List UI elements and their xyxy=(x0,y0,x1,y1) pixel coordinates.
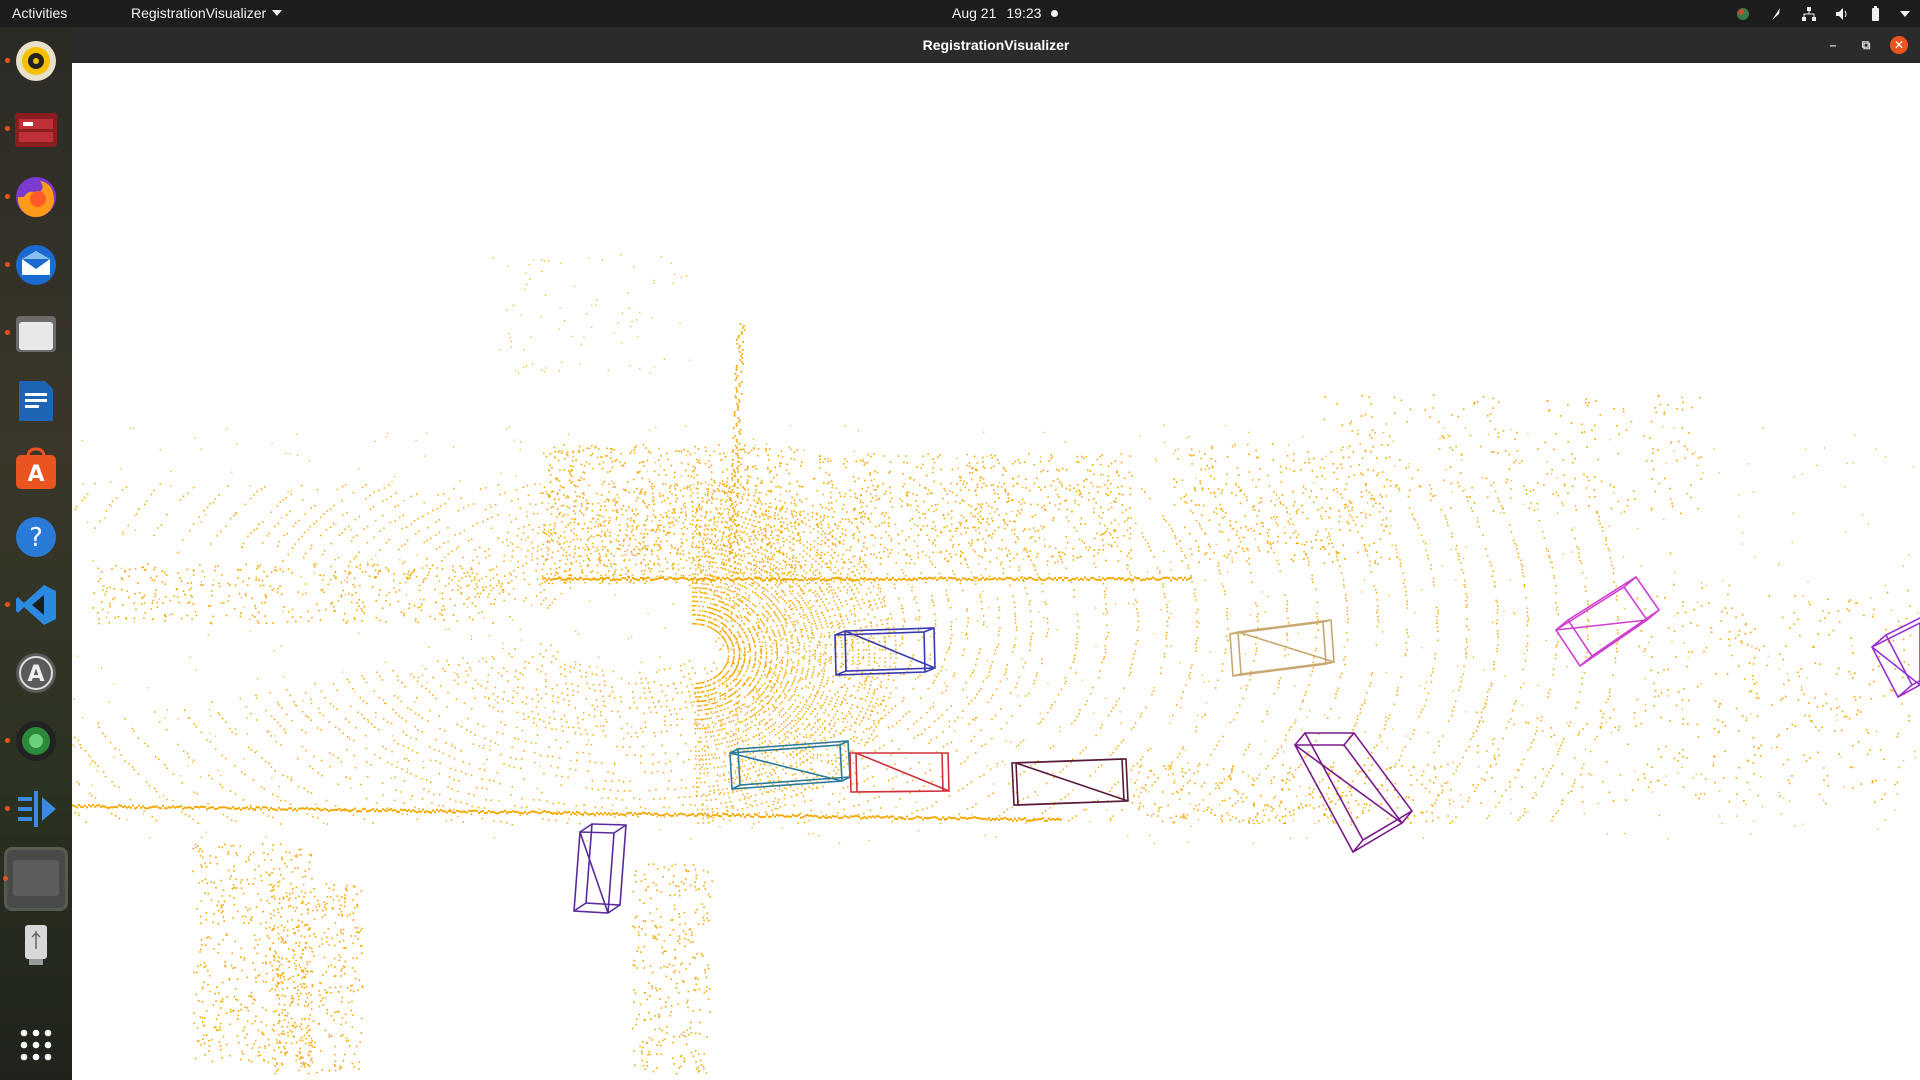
bbox-violet xyxy=(573,823,627,914)
clock-date: Aug 21 xyxy=(952,5,997,21)
minimize-icon[interactable]: – xyxy=(1824,36,1842,54)
dock-item-terminal-app[interactable] xyxy=(5,104,61,154)
running-indicator xyxy=(5,194,10,199)
activities-button[interactable]: Activities xyxy=(12,5,67,21)
notification-dot-icon xyxy=(1051,9,1059,17)
close-icon[interactable]: ✕ xyxy=(1890,36,1908,54)
dock-item-software[interactable]: A xyxy=(11,444,61,494)
bbox-red xyxy=(849,752,950,793)
running-indicator xyxy=(5,602,10,607)
dock-item-deploy[interactable] xyxy=(5,784,61,834)
running-indicator xyxy=(5,262,10,267)
restore-icon[interactable]: ⧉ xyxy=(1857,36,1875,54)
bbox-blue xyxy=(834,627,936,676)
lidar-points xyxy=(72,254,1919,1075)
dock-item-thunderbird[interactable] xyxy=(5,240,61,290)
window-titlebar[interactable]: RegistrationVisualizer – ⧉ ✕ xyxy=(72,27,1920,63)
system-menu-chevron-icon[interactable] xyxy=(1900,11,1910,17)
svg-text:A: A xyxy=(27,662,44,687)
rhythmbox-icon xyxy=(16,41,56,81)
bbox-maroon xyxy=(1011,758,1129,806)
deploy-app-icon xyxy=(18,791,56,827)
app-menu[interactable]: RegistrationVisualizer xyxy=(131,5,283,21)
terminal-app-icon xyxy=(15,113,57,147)
window-title: RegistrationVisualizer xyxy=(922,37,1070,53)
software-updater-icon: A xyxy=(16,653,56,693)
show-applications-icon xyxy=(20,1029,52,1061)
clock-time: 19:23 xyxy=(1006,5,1042,21)
chevron-down-icon xyxy=(272,10,283,16)
point-cloud-points xyxy=(72,254,1919,1075)
firefox-icon xyxy=(16,177,56,218)
bounding-boxes xyxy=(573,575,1920,914)
app-menu-label: RegistrationVisualizer xyxy=(131,5,267,21)
battery-icon[interactable] xyxy=(1867,6,1883,22)
running-indicator xyxy=(5,806,10,811)
dock-item-help[interactable]: ? xyxy=(11,512,61,562)
dock: A ? A xyxy=(0,27,72,1080)
thunderbird-icon xyxy=(16,245,56,285)
point-cloud-scene[interactable] xyxy=(72,63,1920,1080)
dock-item-usb[interactable] xyxy=(11,920,61,970)
dock-item-vscode[interactable] xyxy=(5,580,61,630)
running-indicator xyxy=(3,876,8,881)
camera-app-icon xyxy=(16,721,56,761)
feather-icon[interactable] xyxy=(1768,6,1784,22)
volume-icon[interactable] xyxy=(1834,6,1850,22)
dock-item-active-window[interactable] xyxy=(3,847,68,911)
top-bar: Activities RegistrationVisualizer Aug 21… xyxy=(0,0,1920,27)
bbox-tan xyxy=(1229,619,1335,677)
dock-item-files[interactable] xyxy=(5,308,61,358)
system-tray xyxy=(1735,3,1910,25)
dock-item-firefox[interactable] xyxy=(5,172,61,222)
files-icon xyxy=(16,316,56,352)
libreoffice-writer-icon xyxy=(19,381,53,421)
dock-item-rhythmbox[interactable] xyxy=(5,36,61,86)
bbox-magenta xyxy=(1554,575,1661,668)
usb-drive-icon xyxy=(25,925,47,965)
point-cloud-viewport[interactable] xyxy=(72,63,1920,1080)
vscode-icon xyxy=(16,585,56,625)
network-icon[interactable] xyxy=(1801,6,1817,22)
ubuntu-software-icon: A xyxy=(16,447,56,489)
clock[interactable]: Aug 21 19:23 xyxy=(952,5,1059,21)
dock-item-writer[interactable] xyxy=(11,376,61,426)
color-indicator-icon[interactable] xyxy=(1735,6,1751,22)
bbox-purple-edge xyxy=(1870,617,1920,699)
running-indicator xyxy=(5,330,10,335)
svg-text:?: ? xyxy=(29,523,43,553)
running-indicator xyxy=(5,58,10,63)
dock-item-updater[interactable]: A xyxy=(11,648,61,698)
svg-text:A: A xyxy=(27,462,44,487)
running-indicator xyxy=(5,738,10,743)
show-applications-button[interactable] xyxy=(11,1020,61,1070)
help-icon: ? xyxy=(16,517,56,557)
active-window-icon xyxy=(7,850,65,908)
dock-item-camera[interactable] xyxy=(5,716,61,766)
running-indicator xyxy=(5,126,10,131)
